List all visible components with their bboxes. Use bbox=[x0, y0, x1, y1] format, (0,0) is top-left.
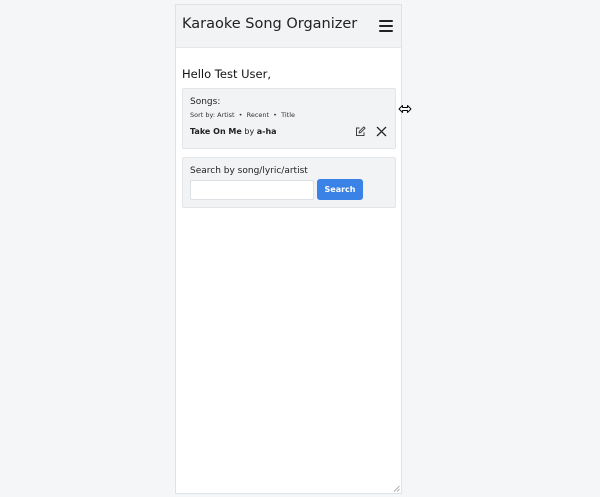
sort-by-title-link[interactable]: Title bbox=[281, 111, 295, 119]
sort-options: Sort by: Artist • Recent • Title bbox=[190, 111, 295, 119]
close-icon[interactable] bbox=[376, 126, 387, 137]
app-frame: Karaoke Song Organizer Hello Test User, … bbox=[175, 4, 402, 494]
search-card: Search by song/lyric/artist Search bbox=[182, 157, 396, 208]
sort-separator: • bbox=[273, 111, 277, 119]
song-by-text: by bbox=[244, 127, 255, 136]
song-artist: a-ha bbox=[256, 127, 277, 136]
sort-separator: • bbox=[238, 111, 243, 119]
sort-prefix: Sort by: bbox=[190, 111, 216, 119]
songs-label: Songs: bbox=[190, 97, 221, 107]
resize-grip-icon[interactable] bbox=[393, 485, 400, 492]
song-list-item: Take On Me by a-ha bbox=[190, 127, 277, 136]
app-title: Karaoke Song Organizer bbox=[182, 16, 358, 32]
app-header: Karaoke Song Organizer bbox=[176, 5, 401, 48]
edit-icon[interactable] bbox=[355, 126, 366, 137]
song-title: Take On Me bbox=[190, 127, 242, 136]
search-label: Search by song/lyric/artist bbox=[190, 166, 308, 176]
sort-by-artist-link[interactable]: Artist bbox=[217, 111, 234, 119]
search-input[interactable] bbox=[190, 180, 314, 200]
greeting-text: Hello Test User, bbox=[182, 67, 271, 81]
songs-card: Songs: Sort by: Artist • Recent • Title … bbox=[182, 88, 396, 149]
search-button[interactable]: Search bbox=[317, 179, 363, 200]
horizontal-resize-cursor-icon bbox=[398, 105, 412, 113]
sort-by-recent-link[interactable]: Recent bbox=[247, 111, 269, 119]
hamburger-menu-icon[interactable] bbox=[379, 20, 393, 32]
